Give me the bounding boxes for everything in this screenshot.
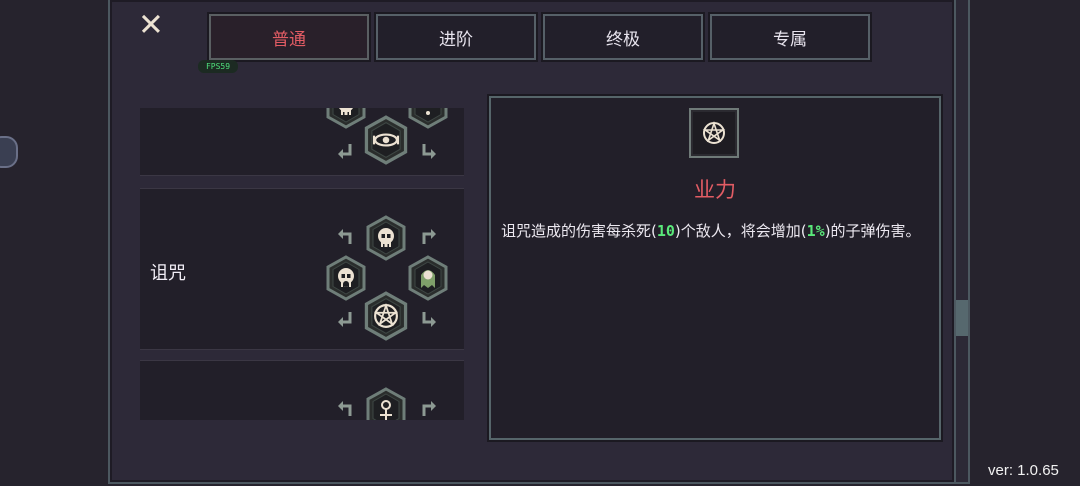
desc-text: )个敌人，将会增加(: [674, 222, 807, 240]
arrow-left-icon: [336, 142, 352, 159]
tab-normal[interactable]: 普通: [207, 12, 371, 62]
arrow-up-right-icon: [422, 229, 438, 246]
skull-hex-icon[interactable]: [326, 108, 366, 129]
tab-exclusive[interactable]: 专属: [708, 12, 872, 62]
arrow-rune-hex-icon[interactable]: [366, 387, 406, 420]
skill-card-curse[interactable]: 诅咒: [140, 188, 464, 350]
version-label: ver: 1.0.65: [988, 462, 1059, 479]
screaming-skull-hex-icon[interactable]: [326, 255, 366, 301]
arrow-right-icon: [422, 142, 438, 159]
skill-list[interactable]: 诅咒: [140, 108, 464, 420]
close-icon[interactable]: ✕: [134, 3, 168, 41]
desc-text: )的子弹伤害。: [824, 222, 921, 240]
detail-description: 诅咒造成的伤害每杀死(10)个敌人，将会增加(1%)的子弹伤害。: [501, 218, 929, 244]
skill-name: 诅咒: [150, 263, 186, 284]
scrollbar-thumb[interactable]: [956, 300, 968, 336]
kill-count-value: 10: [656, 222, 675, 240]
pentagram-hex-icon[interactable]: [364, 291, 408, 341]
tab-ultimate[interactable]: 终极: [541, 12, 705, 62]
skill-card[interactable]: [140, 360, 464, 420]
arrow-left-icon: [336, 310, 352, 327]
scrollbar-track[interactable]: [954, 0, 970, 484]
eye-hex-icon[interactable]: [364, 115, 408, 165]
bonus-value: 1%: [806, 222, 825, 240]
arrow-up-left-icon: [336, 401, 352, 418]
skill-detail-panel: 业力 诅咒造成的伤害每杀死(10)个敌人，将会增加(1%)的子弹伤害。: [487, 94, 943, 442]
side-menu-button[interactable]: [0, 136, 18, 168]
tab-advanced[interactable]: 进阶: [374, 12, 538, 62]
ghost-hex-icon[interactable]: [408, 255, 448, 301]
desc-text: 诅咒造成的伤害每杀死(: [501, 222, 657, 240]
detail-skill-icon: [689, 108, 739, 158]
detail-title: 业力: [694, 178, 736, 202]
skull-hex-icon[interactable]: [366, 215, 406, 261]
fps-counter: FPS59: [198, 60, 238, 73]
pentagram-icon: [703, 122, 725, 144]
arrow-up-left-icon: [336, 229, 352, 246]
arrow-up-right-icon: [422, 401, 438, 418]
skill-card[interactable]: [140, 108, 464, 176]
arrow-right-icon: [422, 310, 438, 327]
dots-hex-icon[interactable]: [408, 108, 448, 129]
